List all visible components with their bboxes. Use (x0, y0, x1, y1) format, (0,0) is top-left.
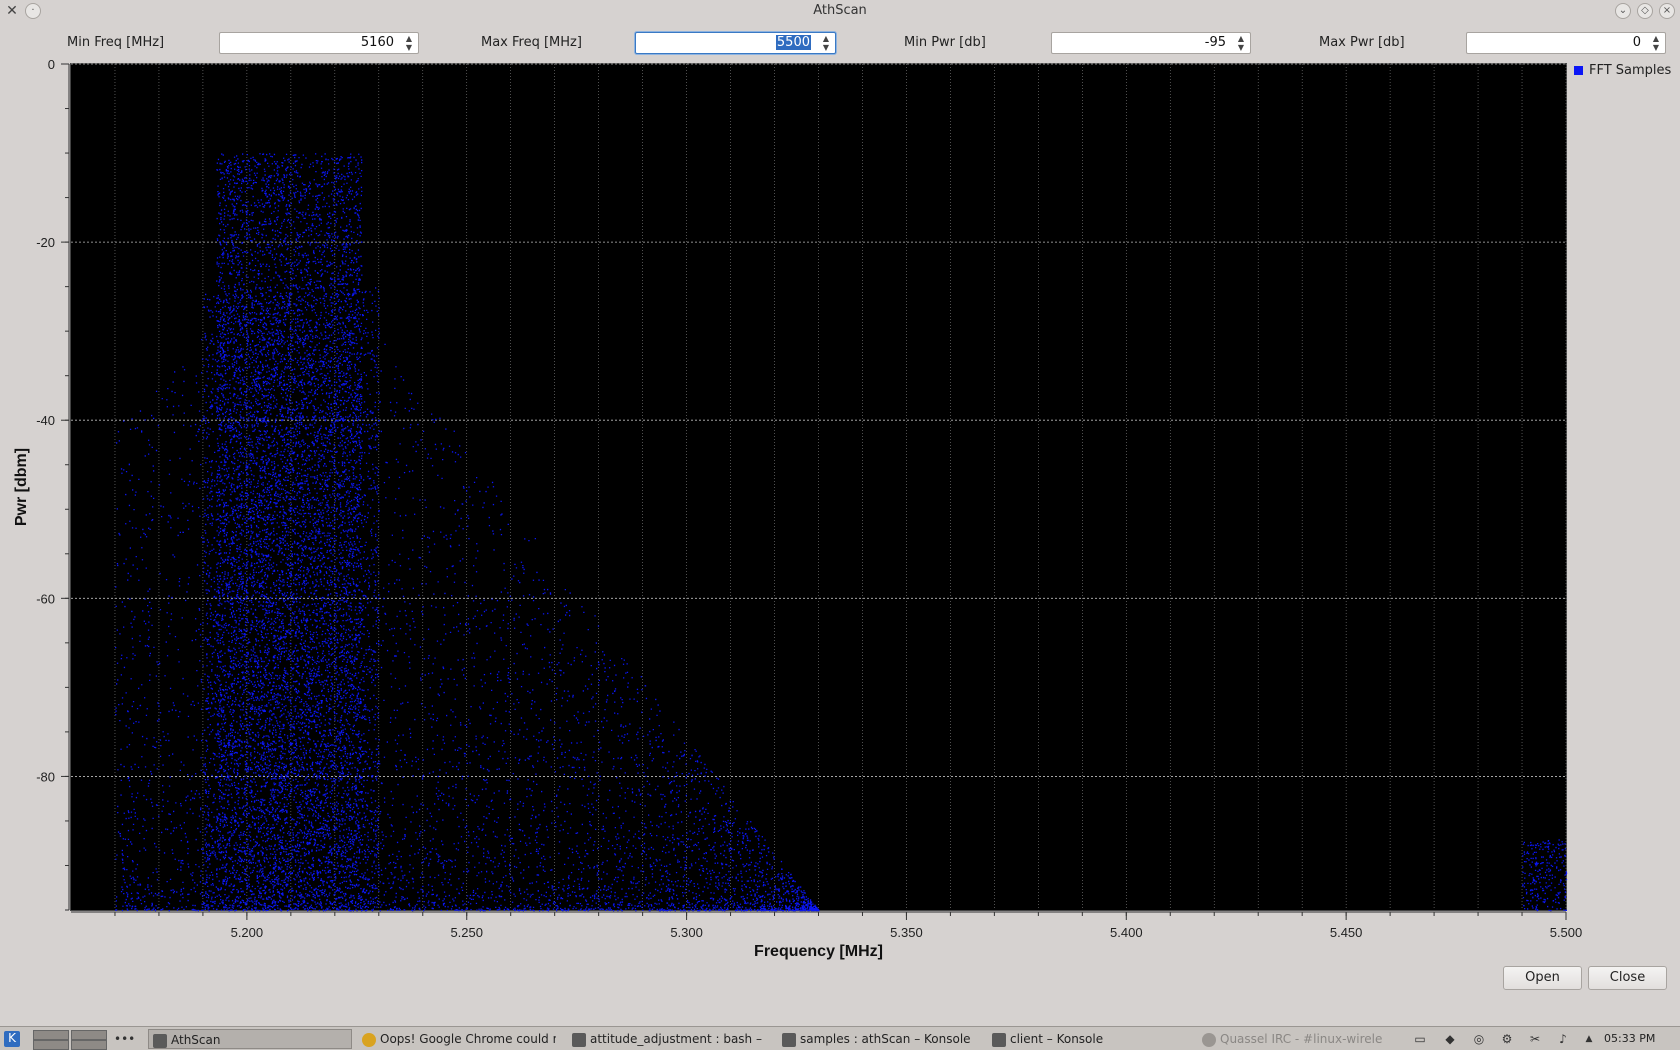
fft-sample-points (115, 153, 1568, 912)
chart-legend: FFT Samples (1574, 63, 1671, 78)
screen-icon[interactable]: ▭ (1413, 1032, 1427, 1046)
settings-icon[interactable]: ⚙ (1500, 1032, 1514, 1046)
taskbar-item-athscan[interactable]: AthScan (148, 1029, 352, 1049)
close-button[interactable]: Close (1588, 966, 1667, 990)
desktop-pager-4[interactable] (71, 1040, 107, 1050)
x-tick-label: 5.400 (1110, 925, 1143, 940)
x-tick-label: 5.450 (1330, 925, 1363, 940)
desktop-pager-1[interactable] (33, 1030, 69, 1040)
y-tick-label: -80 (36, 769, 55, 784)
kde-menu-icon[interactable]: K (4, 1031, 20, 1047)
athscan-icon (153, 1033, 167, 1048)
y-axis-title: Pwr [dbm] (13, 448, 30, 526)
legend-label: FFT Samples (1589, 63, 1672, 78)
x-tick-label: 5.350 (890, 925, 923, 940)
chrome-icon (362, 1032, 376, 1047)
konsole-icon (782, 1032, 796, 1047)
taskbar-item-quassel[interactable]: Quassel IRC - #linux-wireless (1202, 1029, 1382, 1049)
taskbar-item-bash[interactable]: attitude_adjustment : bash – K (572, 1029, 762, 1049)
sync-icon[interactable]: ◎ (1472, 1032, 1486, 1046)
legend-swatch (1574, 66, 1583, 75)
taskbar-item-chrome[interactable]: Oops! Google Chrome could no (362, 1029, 556, 1049)
taskbar-label: samples : athScan – Konsole (800, 1032, 971, 1046)
konsole-icon (572, 1032, 586, 1047)
y-tick-label: -20 (36, 235, 55, 250)
y-tick-label: -60 (36, 591, 55, 606)
konsole-icon (992, 1032, 1006, 1047)
taskbar-label: attitude_adjustment : bash – K (590, 1032, 762, 1046)
x-tick-label: 5.300 (670, 925, 703, 940)
desktop-pager-2[interactable] (71, 1030, 107, 1040)
spectrum-chart: 5.200 5.250 5.300 5.350 5.400 5.450 5.500 0 -20 -… (13, 57, 1583, 960)
x-axis-title: Frequency [MHz] (754, 943, 883, 960)
y-tick-label: -40 (36, 413, 55, 428)
taskbar-label: Quassel IRC - #linux-wireless (1220, 1032, 1382, 1046)
tray-expand-icon[interactable]: ▲ (1582, 1032, 1596, 1046)
y-tick-label: 0 (48, 57, 55, 72)
taskbar-item-client[interactable]: client – Konsole (992, 1029, 1182, 1049)
volume-icon[interactable]: ♪ (1556, 1032, 1570, 1046)
taskbar-label: AthScan (171, 1033, 221, 1047)
clock[interactable]: 05:33 PM (1604, 1029, 1678, 1049)
taskbar-label: Oops! Google Chrome could no (380, 1032, 556, 1046)
x-tick-label: 5.500 (1550, 925, 1583, 940)
x-tick-label: 5.200 (231, 925, 264, 940)
taskbar: K ••• AthScan Oops! Google Chrome could … (0, 1026, 1680, 1050)
x-tick-label: 5.250 (450, 925, 483, 940)
taskbar-item-samples[interactable]: samples : athScan – Konsole (782, 1029, 972, 1049)
activity-icon[interactable]: ••• (114, 1032, 135, 1046)
taskbar-label: client – Konsole (1010, 1032, 1104, 1046)
open-button[interactable]: Open (1503, 966, 1582, 990)
desktop-pager-3[interactable] (33, 1040, 69, 1050)
scissors-icon[interactable]: ✂ (1528, 1032, 1542, 1046)
dropbox-icon[interactable]: ◆ (1443, 1032, 1457, 1046)
quassel-icon (1202, 1032, 1216, 1047)
